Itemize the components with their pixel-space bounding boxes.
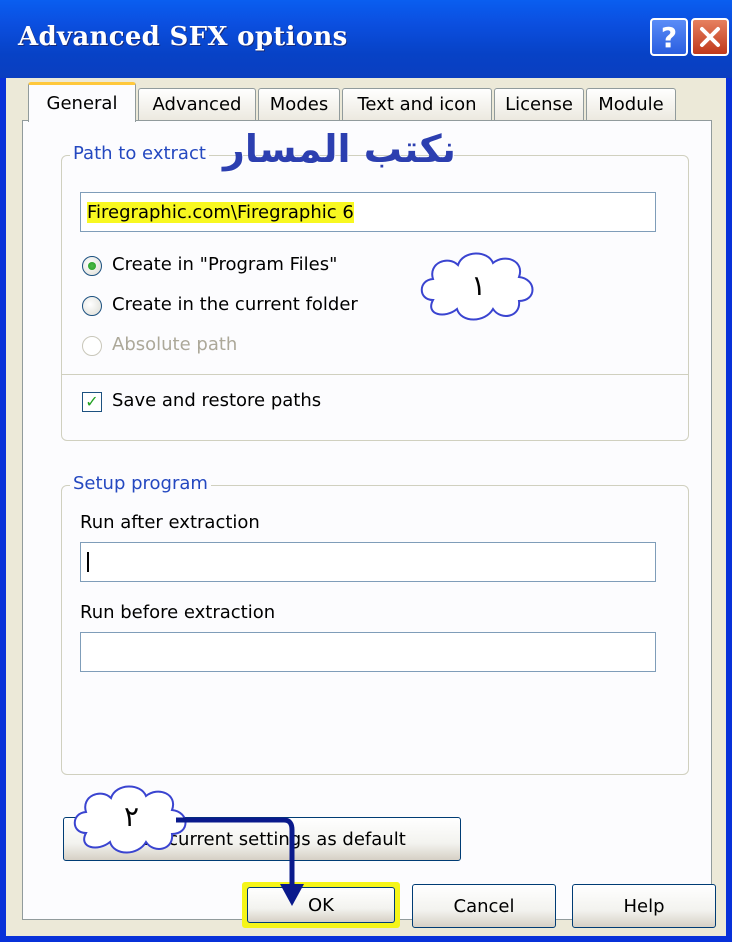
setup-group-legend: Setup program [70, 473, 211, 494]
radio-absolute-path-label: Absolute path [112, 334, 238, 355]
tab-module[interactable]: Module [586, 88, 676, 120]
path-group-legend: Path to extract [70, 143, 209, 164]
path-input[interactable]: Firegraphic.com\Firegraphic 6 [80, 192, 656, 232]
dialog-window: Advanced SFX options ? General Advanced … [0, 0, 732, 942]
run-after-input[interactable] [80, 542, 656, 582]
radio-program-files[interactable] [82, 256, 102, 276]
step-2-label: ٢ [124, 800, 140, 833]
title-bar[interactable]: Advanced SFX options ? [0, 0, 732, 78]
setup-program-group: Setup program Run after extraction Run b… [61, 473, 689, 775]
cancel-button[interactable]: Cancel [412, 884, 556, 928]
cloud-annotation-2-icon [73, 785, 304, 906]
dialog-client: General Advanced Modes Text and icon Lic… [6, 78, 726, 936]
question-icon: ? [660, 20, 678, 54]
run-before-label: Run before extraction [80, 602, 276, 623]
tab-general[interactable]: General [28, 82, 136, 122]
radio-current-folder-label[interactable]: Create in the current folder [112, 294, 358, 315]
tab-text-and-icon[interactable]: Text and icon [342, 88, 492, 120]
tab-license[interactable]: License [494, 88, 584, 120]
tab-advanced[interactable]: Advanced [138, 88, 256, 120]
tab-modes[interactable]: Modes [258, 88, 340, 120]
text-cursor [87, 552, 89, 572]
path-value: Firegraphic.com\Firegraphic 6 [87, 201, 354, 223]
group-divider [62, 374, 688, 375]
radio-absolute-path [82, 336, 102, 356]
save-restore-label[interactable]: Save and restore paths [112, 390, 321, 411]
step-1-label: ١ [471, 269, 487, 302]
radio-current-folder[interactable] [82, 296, 102, 316]
run-after-label: Run after extraction [80, 512, 260, 533]
path-to-extract-group: Path to extract Firegraphic.com\Firegrap… [61, 143, 689, 441]
close-icon [700, 27, 720, 47]
run-before-input[interactable] [80, 632, 656, 672]
window-title: Advanced SFX options [18, 22, 348, 52]
close-button[interactable] [691, 18, 729, 56]
help-button[interactable]: Help [572, 884, 716, 928]
arabic-path-annotation: نكتب المسار [223, 127, 456, 171]
help-title-button[interactable]: ? [650, 18, 688, 56]
save-restore-checkbox[interactable]: ✓ [82, 392, 102, 412]
radio-program-files-label[interactable]: Create in "Program Files" [112, 254, 337, 275]
